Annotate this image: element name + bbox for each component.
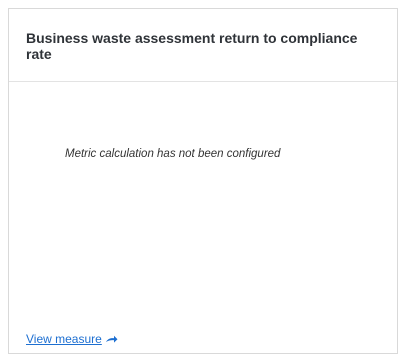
metric-card: Business waste assessment return to comp…: [8, 8, 398, 354]
view-measure-link[interactable]: View measure: [26, 332, 118, 346]
card-header: Business waste assessment return to comp…: [9, 9, 397, 82]
card-title: Business waste assessment return to comp…: [26, 30, 358, 62]
metric-status-message: Metric calculation has not been configur…: [65, 148, 281, 160]
arrow-right-icon: [105, 334, 118, 344]
card-body: Metric calculation has not been configur…: [9, 82, 397, 354]
view-measure-label: View measure: [26, 332, 102, 346]
